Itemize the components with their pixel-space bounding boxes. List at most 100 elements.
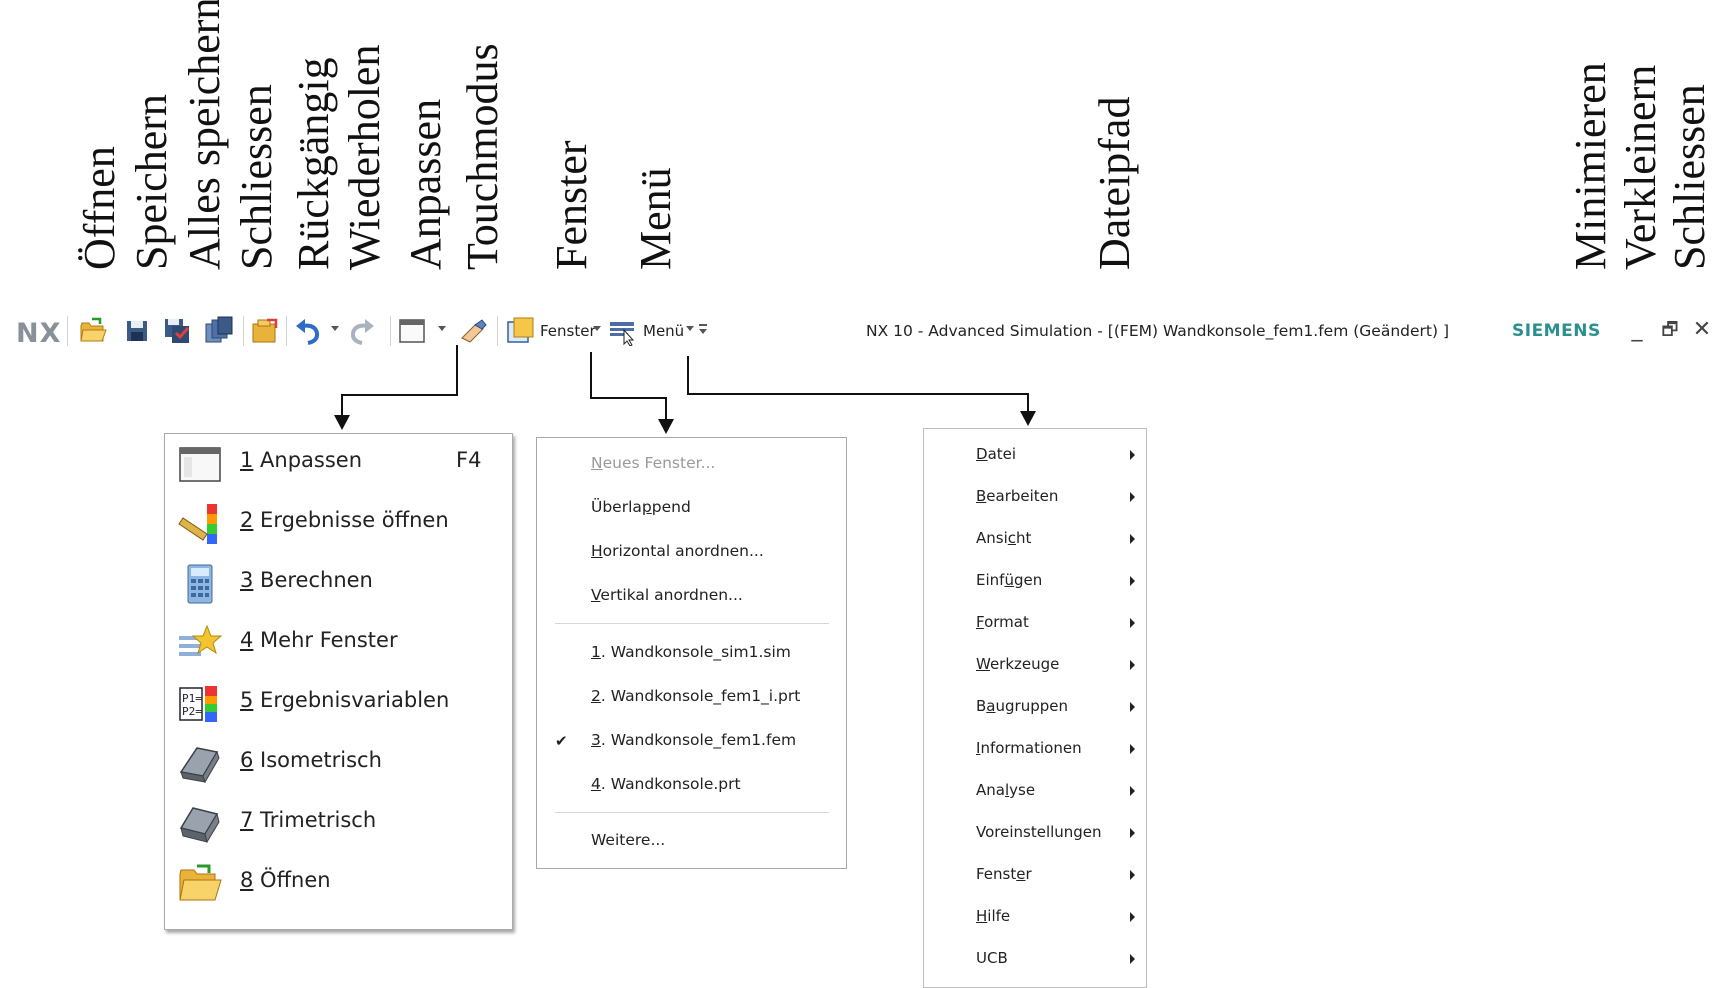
- customize-qat-icon[interactable]: [699, 322, 707, 336]
- undo-icon[interactable]: [293, 316, 323, 346]
- submenu-arrow-icon: [1130, 618, 1135, 628]
- menu-item-einfuegen[interactable]: Einfügen: [976, 571, 1042, 589]
- trimetric-icon: [177, 802, 223, 846]
- menu-icon[interactable]: [608, 316, 638, 346]
- nx-logo: NX: [16, 318, 62, 349]
- menu-dropdown-arrow[interactable]: [686, 326, 694, 331]
- check-icon: ✔: [555, 732, 568, 750]
- menu-item-trimetrisch[interactable]: 7 Trimetrisch: [165, 794, 512, 854]
- menu-item-baugruppen[interactable]: Baugruppen: [976, 697, 1068, 715]
- menu-item-file-2[interactable]: 2. Wandkonsole_fem1_i.prt: [591, 687, 800, 705]
- results-icon: [177, 502, 223, 546]
- submenu-arrow-icon: [1130, 660, 1135, 670]
- menu-item-mehr-fenster[interactable]: 4 Mehr Fenster: [165, 614, 512, 674]
- annotation-schliessen-file: Schliessen: [232, 84, 281, 270]
- submenu-arrow-icon: [1130, 534, 1135, 544]
- main-menu: Datei Bearbeiten Ansicht Einfügen Format…: [923, 428, 1147, 988]
- restore-button[interactable]: 🗗: [1658, 316, 1682, 344]
- annotation-menue: Menü: [631, 167, 680, 270]
- minimize-button[interactable]: _: [1625, 316, 1649, 344]
- menu-item-label: 2 Ergebnisse öffnen: [240, 508, 449, 532]
- menu-item-label: 7 Trimetrisch: [240, 808, 377, 832]
- separator: [390, 316, 391, 346]
- customize-dropdown-arrow[interactable]: [438, 326, 446, 331]
- menu-separator: [555, 812, 829, 813]
- menu-item-file-4[interactable]: 4. Wandkonsole.prt: [591, 775, 741, 793]
- more-windows-icon: [177, 622, 223, 666]
- submenu-arrow-icon: [1130, 702, 1135, 712]
- redo-icon[interactable]: [347, 316, 377, 346]
- annotation-touchmodus: Touchmodus: [458, 43, 507, 270]
- menu-item-label: 5 Ergebnisvariablen: [240, 688, 450, 712]
- title-bar: NX Fenster Menü NX 10 - Advanced Simulat…: [0, 308, 1712, 354]
- submenu-arrow-icon: [1130, 744, 1135, 754]
- svg-text:P1=: P1=: [182, 692, 202, 705]
- open-folder-icon[interactable]: [78, 316, 108, 346]
- separator: [67, 316, 68, 346]
- menu-item-ueberlappend[interactable]: Überlappend: [591, 498, 691, 516]
- annotation-anpassen: Anpassen: [401, 98, 450, 270]
- result-variables-icon: P1= P2=: [177, 682, 223, 726]
- annotation-rueckgaengig: Rückgängig: [289, 57, 338, 270]
- anpassen-menu: 1 Anpassen F4 2 Ergebnisse öffnen 3 Bere…: [164, 433, 513, 930]
- close-all-icon[interactable]: [250, 316, 280, 346]
- menu-label[interactable]: Menü: [643, 322, 684, 340]
- annotation-alles-speichern: Alles speichern: [180, 0, 229, 270]
- siemens-logo: SIEMENS: [1512, 321, 1601, 341]
- separator: [243, 316, 244, 346]
- save-icon[interactable]: [122, 316, 152, 346]
- menu-item-datei[interactable]: Datei: [976, 445, 1016, 463]
- close-file-icon[interactable]: [204, 316, 234, 346]
- menu-item-label: 6 Isometrisch: [240, 748, 382, 772]
- menu-item-oeffnen[interactable]: 8 Öffnen: [165, 854, 512, 914]
- menu-item-ucb[interactable]: UCB: [976, 949, 1008, 967]
- menu-item-format[interactable]: Format: [976, 613, 1029, 631]
- submenu-arrow-icon: [1130, 492, 1135, 502]
- submenu-arrow-icon: [1130, 828, 1135, 838]
- annotation-speichern: Speichern: [127, 94, 176, 270]
- menu-item-anpassen[interactable]: 1 Anpassen F4: [165, 434, 512, 494]
- fenster-label[interactable]: Fenster: [540, 322, 596, 340]
- menu-item-file-3[interactable]: 3. Wandkonsole_fem1.fem: [591, 731, 796, 749]
- menu-item-fenster[interactable]: Fenster: [976, 865, 1032, 883]
- menu-item-werkzeuge[interactable]: Werkzeuge: [976, 655, 1059, 673]
- menu-item-isometrisch[interactable]: 6 Isometrisch: [165, 734, 512, 794]
- fenster-menu: Neues Fenster... Überlappend Horizontal …: [536, 437, 847, 869]
- annotation-schliessen-window: Schliessen: [1665, 84, 1712, 270]
- menu-item-hilfe[interactable]: Hilfe: [976, 907, 1010, 925]
- calculator-icon: [177, 562, 223, 606]
- annotation-minimieren: Minimieren: [1566, 62, 1615, 270]
- menu-item-analyse[interactable]: Analyse: [976, 781, 1035, 799]
- svg-text:P2=: P2=: [182, 705, 202, 718]
- save-all-icon[interactable]: [162, 316, 192, 346]
- menu-item-ansicht[interactable]: Ansicht: [976, 529, 1031, 547]
- submenu-arrow-icon: [1130, 786, 1135, 796]
- close-window-button[interactable]: ✕: [1690, 316, 1712, 344]
- undo-dropdown-arrow[interactable]: [331, 326, 339, 331]
- menu-item-voreinstellungen[interactable]: Voreinstellungen: [976, 823, 1102, 841]
- fenster-dropdown-arrow[interactable]: [593, 326, 601, 331]
- shortcut-label: F4: [456, 448, 482, 472]
- isometric-icon: [177, 742, 223, 786]
- separator: [497, 316, 498, 346]
- menu-item-file-1[interactable]: 1. Wandkonsole_sim1.sim: [591, 643, 791, 661]
- menu-item-ergebnisse-oeffnen[interactable]: 2 Ergebnisse öffnen: [165, 494, 512, 554]
- menu-item-ergebnisvariablen[interactable]: P1= P2= 5 Ergebnisvariablen: [165, 674, 512, 734]
- submenu-arrow-icon: [1130, 954, 1135, 964]
- touch-mode-icon[interactable]: [458, 316, 488, 346]
- window-icon[interactable]: [505, 316, 535, 346]
- submenu-arrow-icon: [1130, 870, 1135, 880]
- menu-item-berechnen[interactable]: 3 Berechnen: [165, 554, 512, 614]
- menu-item-horizontal-anordnen[interactable]: Horizontal anordnen...: [591, 542, 764, 560]
- annotation-oeffnen: Öffnen: [75, 146, 124, 270]
- menu-item-label: 4 Mehr Fenster: [240, 628, 398, 652]
- menu-item-vertikal-anordnen[interactable]: Vertikal anordnen...: [591, 586, 743, 604]
- annotation-fenster: Fenster: [547, 140, 596, 270]
- menu-item-informationen[interactable]: Informationen: [976, 739, 1082, 757]
- menu-item-label: 8 Öffnen: [240, 868, 331, 892]
- separator: [286, 316, 287, 346]
- menu-separator: [555, 623, 829, 624]
- menu-item-bearbeiten[interactable]: Bearbeiten: [976, 487, 1058, 505]
- window-customize-icon[interactable]: [397, 316, 427, 346]
- menu-item-weitere[interactable]: Weitere...: [591, 831, 665, 849]
